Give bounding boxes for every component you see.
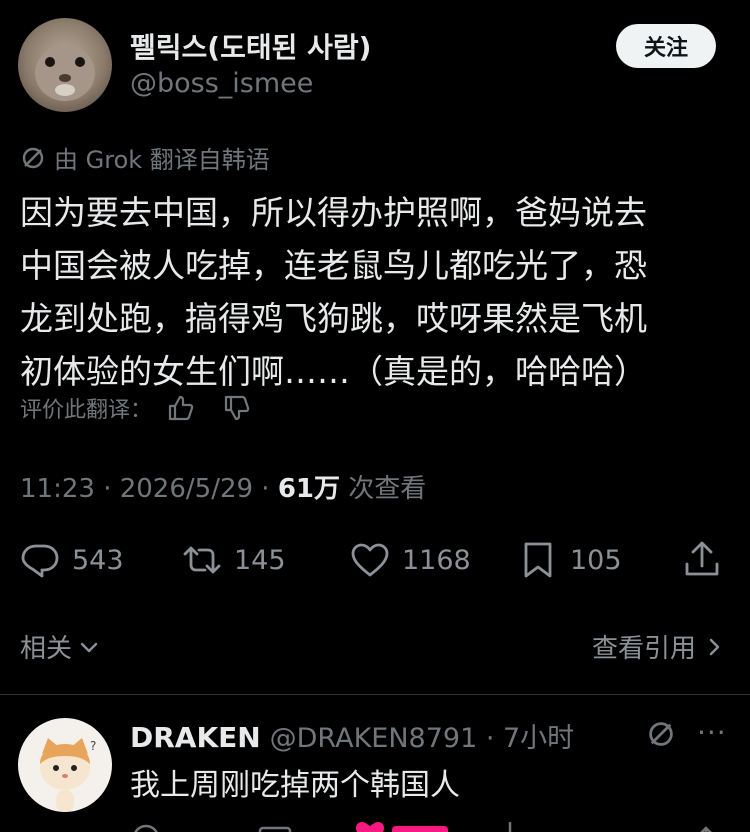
chevron-right-icon (709, 638, 720, 655)
svg-text:?: ? (90, 739, 96, 753)
translate-icon (22, 147, 44, 168)
more-options-icon[interactable]: ··· (697, 716, 727, 749)
reply-handle-time[interactable]: @DRAKEN8791 · 7小时 (270, 723, 575, 754)
related-label: 相关 (20, 634, 73, 664)
share-icon (685, 541, 719, 576)
chevron-down-icon (80, 642, 98, 652)
reply-display-name[interactable]: DRAKEN (130, 721, 261, 754)
reply-actions-partial (130, 822, 730, 832)
view-quotes-link[interactable]: 查看引用 (592, 628, 724, 665)
like-count: 1168 (402, 544, 471, 576)
bookmark-icon (524, 542, 552, 578)
share-button[interactable] (682, 536, 722, 584)
tweet-meta: 11:23 · 2026/5/29 · 61万 次查看 (20, 468, 426, 505)
reply-text: 我上周刚吃掉两个韩国人 (130, 768, 460, 803)
retweet-count: 145 (234, 544, 286, 576)
follow-button[interactable]: 关注 (616, 24, 716, 68)
hamster-face-icon (35, 45, 95, 101)
thumbs-down-icon[interactable] (222, 393, 252, 423)
tweet-line: 中国会被人吃掉，连老鼠鸟儿都吃光了，恐 (20, 246, 647, 285)
retweet-icon (183, 546, 221, 574)
translate-icon[interactable] (646, 719, 676, 749)
section-divider (0, 694, 750, 695)
retweet-button[interactable]: 145 (182, 536, 286, 584)
translation-notice-text: 由 Grok 翻译自韩语 (54, 146, 270, 174)
views-count: 61万 (277, 474, 341, 504)
views-label: 次查看 (340, 474, 427, 504)
tweet-timestamp[interactable]: 11:23 · 2026/5/29 · (20, 474, 278, 504)
view-quotes-label: 查看引用 (591, 634, 696, 664)
like-button[interactable]: 1168 (350, 536, 471, 584)
translation-notice: 由 Grok 翻译自韩语 (20, 140, 270, 175)
thumbs-up-icon[interactable] (166, 393, 196, 423)
reply-icon (21, 544, 59, 578)
bookmark-button[interactable]: 105 (518, 536, 622, 584)
bookmark-count: 105 (570, 544, 622, 576)
author-avatar[interactable] (18, 18, 112, 112)
reply-count: 543 (72, 544, 124, 576)
heart-icon (351, 543, 389, 577)
tweet-line: 因为要去中国，所以得办护照啊，爸妈说去 (20, 193, 647, 232)
cat-avatar-icon: ? (40, 738, 96, 812)
rate-translation: 评价此翻译： (20, 392, 252, 424)
tweet-line: 初体验的女生们啊……（真是的，哈哈哈） (20, 352, 647, 391)
reply-button[interactable]: 543 (20, 536, 124, 584)
tweet-text: 因为要去中国，所以得办护照啊，爸妈说去 中国会被人吃掉，连老鼠鸟儿都吃光了，恐 … (20, 186, 647, 398)
author-handle[interactable]: @boss_ismee (130, 68, 313, 99)
reply-actions-icons (134, 822, 712, 832)
reply-header: DRAKEN @DRAKEN8791 · 7小时 (130, 716, 574, 755)
reply-avatar[interactable]: ? (18, 718, 112, 812)
tweet-line: 龙到处跑，搞得鸡飞狗跳，哎呀果然是飞机 (20, 299, 647, 338)
rate-translation-label: 评价此翻译： (20, 398, 153, 423)
author-display-name[interactable]: 펠릭스(도태된 사람) (130, 26, 371, 66)
related-toggle[interactable]: 相关 (20, 628, 100, 665)
